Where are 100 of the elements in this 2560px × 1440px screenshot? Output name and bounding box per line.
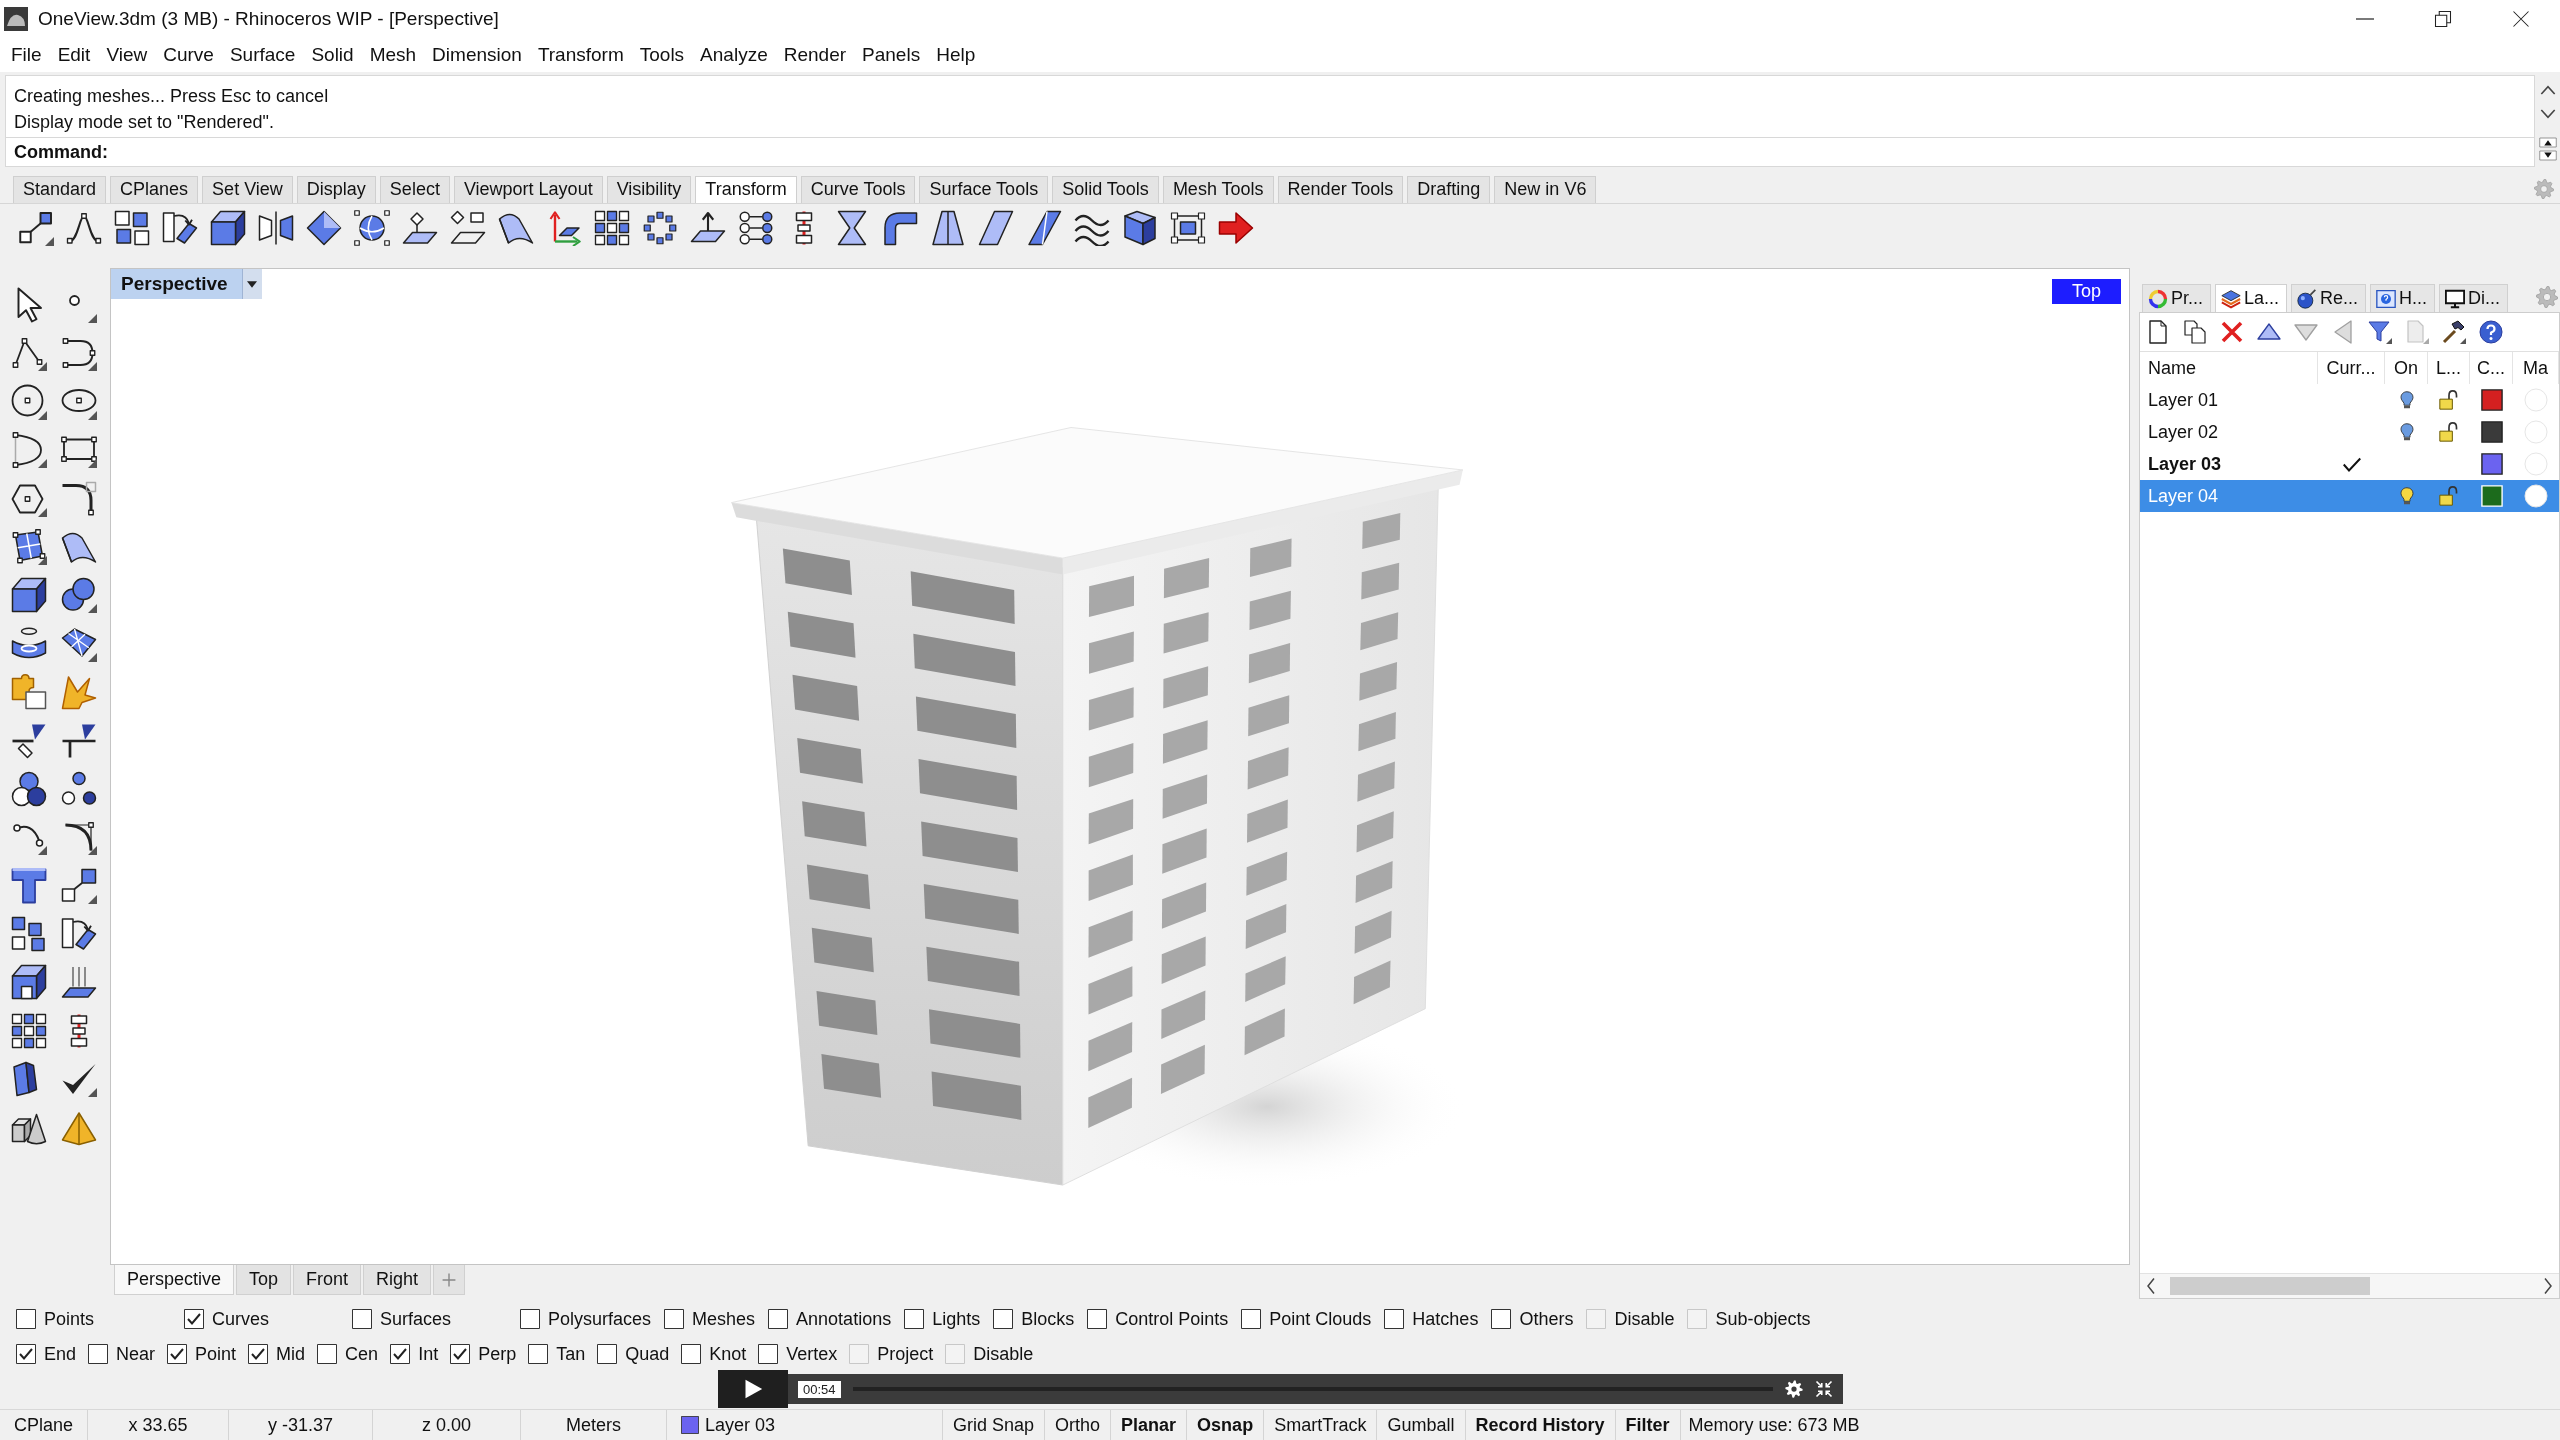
menu-item[interactable]: Surface bbox=[221, 44, 304, 66]
squares-icon[interactable] bbox=[11, 916, 47, 953]
status-toggle[interactable]: Ortho bbox=[1045, 1410, 1112, 1440]
toolbar-tab[interactable]: Select bbox=[379, 175, 450, 203]
shapes-icon[interactable] bbox=[450, 210, 486, 246]
toolbar-tab[interactable]: Mesh Tools bbox=[1162, 175, 1274, 203]
checkbox[interactable] bbox=[167, 1344, 188, 1364]
dotted-circle-icon[interactable] bbox=[642, 210, 678, 246]
viewport-tab[interactable]: Front bbox=[293, 1265, 362, 1295]
osnap-option[interactable]: Tan bbox=[528, 1343, 586, 1365]
layer-row[interactable]: Layer 01 bbox=[2140, 384, 2559, 416]
osnap-option[interactable]: End bbox=[16, 1343, 77, 1365]
circle-icon[interactable] bbox=[11, 383, 47, 420]
circles-icon[interactable] bbox=[738, 210, 774, 246]
menu-item[interactable]: Solid bbox=[303, 44, 362, 66]
menu-item[interactable]: Analyze bbox=[692, 44, 776, 66]
checkbox[interactable] bbox=[904, 1309, 925, 1329]
curve-icon[interactable] bbox=[61, 335, 97, 372]
material-swatch-icon[interactable] bbox=[2524, 452, 2548, 476]
toolbar-tab[interactable]: Solid Tools bbox=[1052, 175, 1159, 203]
linked-squares-icon[interactable] bbox=[18, 210, 54, 246]
toolbar-tab[interactable]: Set View bbox=[202, 175, 293, 203]
panel-tab[interactable]: H... bbox=[2370, 284, 2436, 312]
osnap-option[interactable]: Mid bbox=[248, 1343, 306, 1365]
chevron-left-icon[interactable] bbox=[2146, 1277, 2156, 1295]
parallelogram-icon[interactable] bbox=[978, 210, 1014, 246]
dots-icon[interactable] bbox=[61, 770, 97, 807]
rotate-icon[interactable] bbox=[162, 210, 198, 246]
menu-item[interactable]: Dimension bbox=[424, 44, 530, 66]
checkbox[interactable] bbox=[248, 1344, 269, 1364]
arc-icon[interactable] bbox=[11, 432, 47, 469]
toolbar-tab[interactable]: Display bbox=[296, 175, 376, 203]
panel-tab[interactable]: Pr... bbox=[2142, 284, 2211, 312]
toolbar-tab[interactable]: Drafting bbox=[1407, 175, 1491, 203]
checkbox[interactable] bbox=[184, 1309, 204, 1329]
circles-icon[interactable] bbox=[11, 770, 47, 807]
status-toggle[interactable]: Planar bbox=[1111, 1410, 1188, 1440]
checkbox[interactable] bbox=[450, 1344, 471, 1364]
sphere-icon[interactable] bbox=[354, 210, 390, 246]
hammer-icon[interactable] bbox=[2442, 320, 2466, 344]
padlock-icon[interactable] bbox=[2439, 422, 2459, 442]
spheres-icon[interactable] bbox=[61, 577, 97, 614]
toolbar-tab[interactable]: Surface Tools bbox=[919, 175, 1049, 203]
checkbox[interactable] bbox=[758, 1344, 779, 1364]
checkbox[interactable] bbox=[1491, 1309, 1512, 1329]
diamond-icon[interactable] bbox=[306, 210, 342, 246]
osnap-option[interactable]: Knot bbox=[681, 1343, 747, 1365]
linked-squares-icon[interactable] bbox=[61, 867, 97, 904]
checkbox[interactable] bbox=[993, 1309, 1014, 1329]
toolbar-tab[interactable]: Render Tools bbox=[1277, 175, 1404, 203]
cplane-label[interactable]: CPlane bbox=[0, 1410, 88, 1440]
checkbox[interactable] bbox=[1241, 1309, 1262, 1329]
material-swatch-icon[interactable] bbox=[2524, 420, 2548, 444]
light-bulb-icon[interactable] bbox=[2397, 422, 2416, 442]
menu-item[interactable]: Transform bbox=[529, 44, 632, 66]
light-bulb-icon[interactable] bbox=[2397, 486, 2416, 506]
line-triangle-icon[interactable] bbox=[11, 722, 47, 759]
play-button[interactable] bbox=[718, 1370, 788, 1408]
filter-option[interactable]: Curves bbox=[184, 1308, 339, 1330]
filter-icon[interactable] bbox=[2368, 320, 2392, 344]
polyline-icon[interactable] bbox=[11, 335, 47, 372]
checkbox[interactable] bbox=[16, 1309, 36, 1329]
toolbar-tab[interactable]: New in V6 bbox=[1494, 175, 1597, 203]
plane-icon[interactable] bbox=[402, 210, 438, 246]
layer-swatch-icon[interactable] bbox=[2480, 453, 2503, 475]
padlock-icon[interactable] bbox=[2439, 390, 2459, 410]
cube-icon[interactable] bbox=[11, 577, 47, 614]
osnap-option[interactable]: Quad bbox=[597, 1343, 670, 1365]
column-header[interactable]: L... bbox=[2428, 352, 2470, 384]
t-shape-icon[interactable] bbox=[11, 867, 47, 904]
rounded-corner-icon[interactable] bbox=[61, 480, 97, 517]
chevron-right-icon[interactable] bbox=[2543, 1277, 2553, 1295]
toolbar-tab[interactable]: Visibility bbox=[606, 175, 692, 203]
grid-icon[interactable] bbox=[11, 1012, 47, 1049]
column-header[interactable]: On bbox=[2385, 352, 2428, 384]
status-toggle[interactable]: Grid Snap bbox=[943, 1410, 1046, 1440]
filter-option[interactable]: Lights bbox=[904, 1308, 981, 1330]
horizontal-scrollbar[interactable] bbox=[2140, 1273, 2559, 1298]
filter-option[interactable]: Control Points bbox=[1087, 1308, 1229, 1330]
checkbox[interactable] bbox=[1087, 1309, 1108, 1329]
help-icon[interactable] bbox=[2479, 320, 2503, 344]
filter-option[interactable]: Point Clouds bbox=[1241, 1308, 1372, 1330]
line-triangle-icon[interactable] bbox=[61, 722, 97, 759]
pyramid-icon[interactable] bbox=[61, 1109, 97, 1146]
menu-item[interactable]: Help bbox=[928, 44, 984, 66]
scrollbar-thumb[interactable] bbox=[2170, 1277, 2370, 1295]
toolbar-tab[interactable]: Viewport Layout bbox=[453, 175, 603, 203]
toolbar-tab[interactable]: Curve Tools bbox=[800, 175, 916, 203]
fullscreen-icon[interactable] bbox=[1815, 1380, 1833, 1398]
surface-icon[interactable] bbox=[11, 528, 47, 565]
material-swatch-icon[interactable] bbox=[2524, 388, 2548, 412]
status-toggle[interactable]: Osnap bbox=[1187, 1410, 1265, 1440]
viewport[interactable]: Perspective Top bbox=[110, 268, 2130, 1265]
osnap-option[interactable]: Vertex bbox=[758, 1343, 838, 1365]
command-line[interactable]: Command: bbox=[6, 138, 2534, 166]
status-toggle[interactable]: SmartTrack bbox=[1264, 1410, 1378, 1440]
checkbox[interactable] bbox=[317, 1344, 338, 1364]
layer-row[interactable]: Layer 03 bbox=[2140, 448, 2559, 480]
menu-item[interactable]: View bbox=[98, 44, 156, 66]
cube-icon[interactable] bbox=[1122, 210, 1158, 246]
